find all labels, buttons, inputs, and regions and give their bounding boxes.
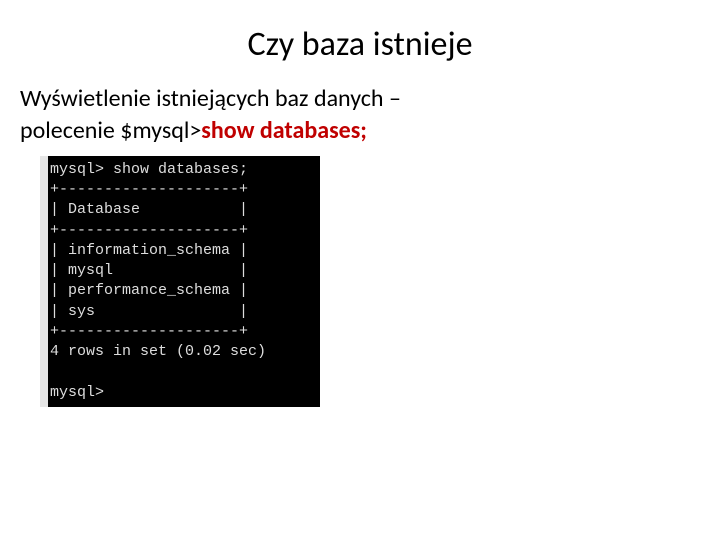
terminal-border-mid: +--------------------+ [50, 222, 248, 239]
terminal-header: | Database | [50, 201, 248, 218]
terminal-status: 4 rows in set (0.02 sec) [50, 343, 266, 360]
terminal-output: mysql> show databases; +----------------… [40, 156, 320, 407]
terminal-row: | sys | [50, 303, 248, 320]
terminal-border-top: +--------------------+ [50, 181, 248, 198]
body-line-2: polecenie $mysql>show databases; [20, 115, 700, 147]
terminal-prompt-end: mysql> [50, 384, 104, 401]
terminal-row: | mysql | [50, 262, 248, 279]
body-line-1: Wyświetlenie istniejących baz danych – [20, 83, 700, 115]
terminal-border-bottom: +--------------------+ [50, 323, 248, 340]
command-highlight: show databases; [201, 116, 367, 145]
slide-body: Wyświetlenie istniejących baz danych – p… [0, 83, 720, 407]
body-line-2-prefix: polecenie $mysql> [20, 116, 201, 145]
terminal-prompt-command: mysql> show databases; [50, 161, 248, 178]
slide-title: Czy baza istnieje [0, 0, 720, 83]
terminal-row: | performance_schema | [50, 282, 248, 299]
terminal-row: | information_schema | [50, 242, 248, 259]
